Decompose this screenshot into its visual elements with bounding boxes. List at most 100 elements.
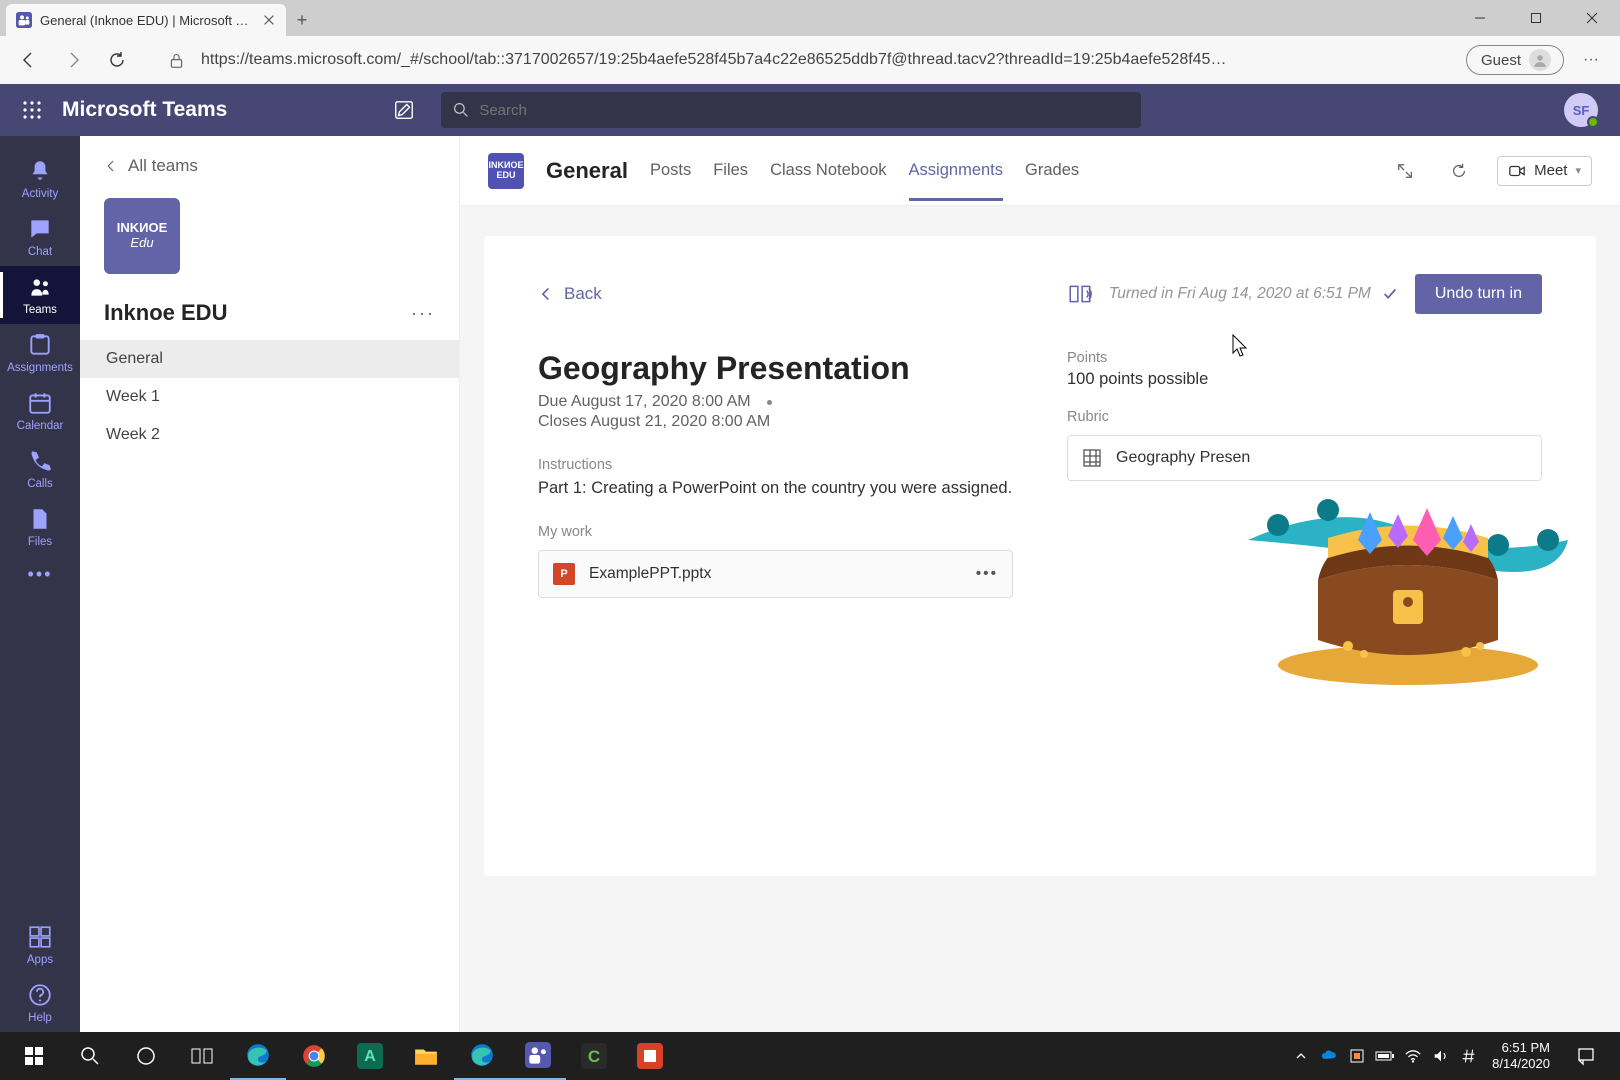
phone-icon bbox=[27, 448, 53, 474]
teams-header: Microsoft Teams SF bbox=[0, 84, 1620, 136]
rail-label: Activity bbox=[22, 188, 58, 200]
back-button[interactable]: Back bbox=[538, 284, 602, 304]
rail-item-calendar[interactable]: Calendar bbox=[0, 382, 80, 440]
app-file-explorer[interactable] bbox=[398, 1032, 454, 1080]
meet-label: Meet bbox=[1534, 162, 1567, 179]
nav-back-button[interactable] bbox=[12, 43, 46, 77]
meet-button[interactable]: Meet ▾ bbox=[1497, 156, 1592, 186]
all-teams-link[interactable]: All teams bbox=[80, 136, 459, 184]
help-icon bbox=[27, 982, 53, 1008]
window-minimize-button[interactable] bbox=[1452, 0, 1508, 36]
teams-favicon-icon bbox=[16, 12, 32, 28]
task-view-button[interactable] bbox=[174, 1032, 230, 1080]
app-edge[interactable] bbox=[230, 1032, 286, 1080]
video-icon bbox=[1508, 162, 1526, 180]
lock-icon[interactable] bbox=[168, 52, 185, 69]
app-generic-2[interactable] bbox=[622, 1032, 678, 1080]
tab-files[interactable]: Files bbox=[713, 141, 748, 201]
nav-forward-button[interactable] bbox=[56, 43, 90, 77]
taskbar-search-button[interactable] bbox=[62, 1032, 118, 1080]
chevron-down-icon: ▾ bbox=[1575, 164, 1581, 177]
file-icon bbox=[27, 506, 53, 532]
rubric-name: Geography Presen bbox=[1116, 449, 1250, 467]
compose-button[interactable] bbox=[387, 93, 421, 127]
channel-item-week2[interactable]: Week 2 bbox=[80, 416, 459, 454]
address-bar[interactable]: https://teams.microsoft.com/_#/school/ta… bbox=[195, 51, 1456, 69]
tray-caret-icon[interactable] bbox=[1290, 1045, 1312, 1067]
tray-volume-icon[interactable] bbox=[1430, 1045, 1452, 1067]
team-logo[interactable]: INKИOE Edu bbox=[104, 198, 180, 274]
due-date: Due August 17, 2020 8:00 AM bbox=[538, 393, 751, 411]
browser-more-button[interactable]: ··· bbox=[1574, 43, 1608, 77]
browser-tab[interactable]: General (Inknoe EDU) | Microsoft Teams bbox=[6, 4, 286, 36]
rail-item-more[interactable]: ••• bbox=[0, 556, 80, 593]
search-input[interactable] bbox=[479, 102, 1129, 119]
tab-posts[interactable]: Posts bbox=[650, 141, 691, 201]
tab-grades[interactable]: Grades bbox=[1025, 141, 1079, 201]
cortana-button[interactable] bbox=[118, 1032, 174, 1080]
search-box[interactable] bbox=[441, 92, 1141, 128]
start-button[interactable] bbox=[6, 1032, 62, 1080]
rail-item-teams[interactable]: Teams bbox=[0, 266, 80, 324]
file-name: ExamplePPT.pptx bbox=[589, 565, 711, 583]
rail-label: Chat bbox=[28, 246, 52, 258]
me-avatar[interactable]: SF bbox=[1564, 93, 1598, 127]
content-area: INKИOEEDU General Posts Files Class Note… bbox=[460, 136, 1620, 1032]
nav-refresh-button[interactable] bbox=[100, 43, 134, 77]
rail-item-activity[interactable]: Activity bbox=[0, 150, 80, 208]
ellipsis-icon: ••• bbox=[28, 564, 53, 585]
window-close-button[interactable] bbox=[1564, 0, 1620, 36]
refresh-button[interactable] bbox=[1443, 155, 1475, 187]
tray-battery-icon[interactable] bbox=[1374, 1045, 1396, 1067]
channel-header: INKИOEEDU General Posts Files Class Note… bbox=[460, 136, 1620, 206]
tray-sync-icon[interactable] bbox=[1458, 1045, 1480, 1067]
address-row: https://teams.microsoft.com/_#/school/ta… bbox=[0, 36, 1620, 84]
app-edge-2[interactable] bbox=[454, 1032, 510, 1080]
presence-indicator bbox=[1587, 116, 1599, 128]
tab-assignments[interactable]: Assignments bbox=[909, 141, 1003, 201]
rail-item-help[interactable]: Help bbox=[0, 974, 80, 1032]
profile-pill[interactable]: Guest bbox=[1466, 45, 1564, 75]
channel-item-week1[interactable]: Week 1 bbox=[80, 378, 459, 416]
tab-class-notebook[interactable]: Class Notebook bbox=[770, 141, 886, 201]
svg-text:C: C bbox=[588, 1047, 600, 1066]
app-chrome[interactable] bbox=[286, 1032, 342, 1080]
system-tray: 6:51 PM 8/14/2020 bbox=[1290, 1032, 1614, 1080]
brand-title: Microsoft Teams bbox=[62, 98, 227, 122]
undo-turn-in-button[interactable]: Undo turn in bbox=[1415, 274, 1542, 314]
rail-item-chat[interactable]: Chat bbox=[0, 208, 80, 266]
app-camtasia[interactable]: C bbox=[566, 1032, 622, 1080]
rail-item-assignments[interactable]: Assignments bbox=[0, 324, 80, 382]
notification-center-button[interactable] bbox=[1562, 1032, 1610, 1080]
new-tab-button[interactable]: + bbox=[286, 4, 318, 36]
rail-item-calls[interactable]: Calls bbox=[0, 440, 80, 498]
check-icon bbox=[1381, 285, 1399, 303]
close-tab-icon[interactable] bbox=[262, 13, 276, 27]
app-launcher-icon[interactable] bbox=[22, 100, 42, 120]
tray-wifi-icon[interactable] bbox=[1402, 1045, 1424, 1067]
channel-item-general[interactable]: General bbox=[80, 340, 459, 378]
my-work-file[interactable]: P ExamplePPT.pptx ••• bbox=[538, 550, 1013, 598]
channel-panel: All teams INKИOE Edu Inknoe EDU ··· Gene… bbox=[80, 136, 460, 1032]
all-teams-label: All teams bbox=[128, 156, 198, 176]
app-teams-native[interactable] bbox=[510, 1032, 566, 1080]
rail-item-files[interactable]: Files bbox=[0, 498, 80, 556]
rail-item-apps[interactable]: Apps bbox=[0, 916, 80, 974]
window-maximize-button[interactable] bbox=[1508, 0, 1564, 36]
instructions-label: Instructions bbox=[538, 457, 1013, 473]
tray-onedrive-icon[interactable] bbox=[1318, 1045, 1340, 1067]
my-work-label: My work bbox=[538, 524, 1013, 540]
guest-avatar-icon bbox=[1529, 49, 1551, 71]
tray-clock[interactable]: 6:51 PM 8/14/2020 bbox=[1486, 1040, 1556, 1073]
team-more-button[interactable]: ··· bbox=[411, 303, 435, 324]
file-more-button[interactable]: ••• bbox=[976, 565, 998, 583]
tray-app-icon[interactable] bbox=[1346, 1045, 1368, 1067]
expand-button[interactable] bbox=[1389, 155, 1421, 187]
immersive-reader-button[interactable] bbox=[1067, 281, 1093, 307]
tab-strip: General (Inknoe EDU) | Microsoft Teams + bbox=[0, 0, 1620, 36]
chat-icon bbox=[27, 216, 53, 242]
reader-icon bbox=[1067, 281, 1093, 307]
rubric-link[interactable]: Geography Presen bbox=[1067, 435, 1542, 481]
teams-icon bbox=[27, 274, 53, 300]
app-generic-1[interactable]: A bbox=[342, 1032, 398, 1080]
